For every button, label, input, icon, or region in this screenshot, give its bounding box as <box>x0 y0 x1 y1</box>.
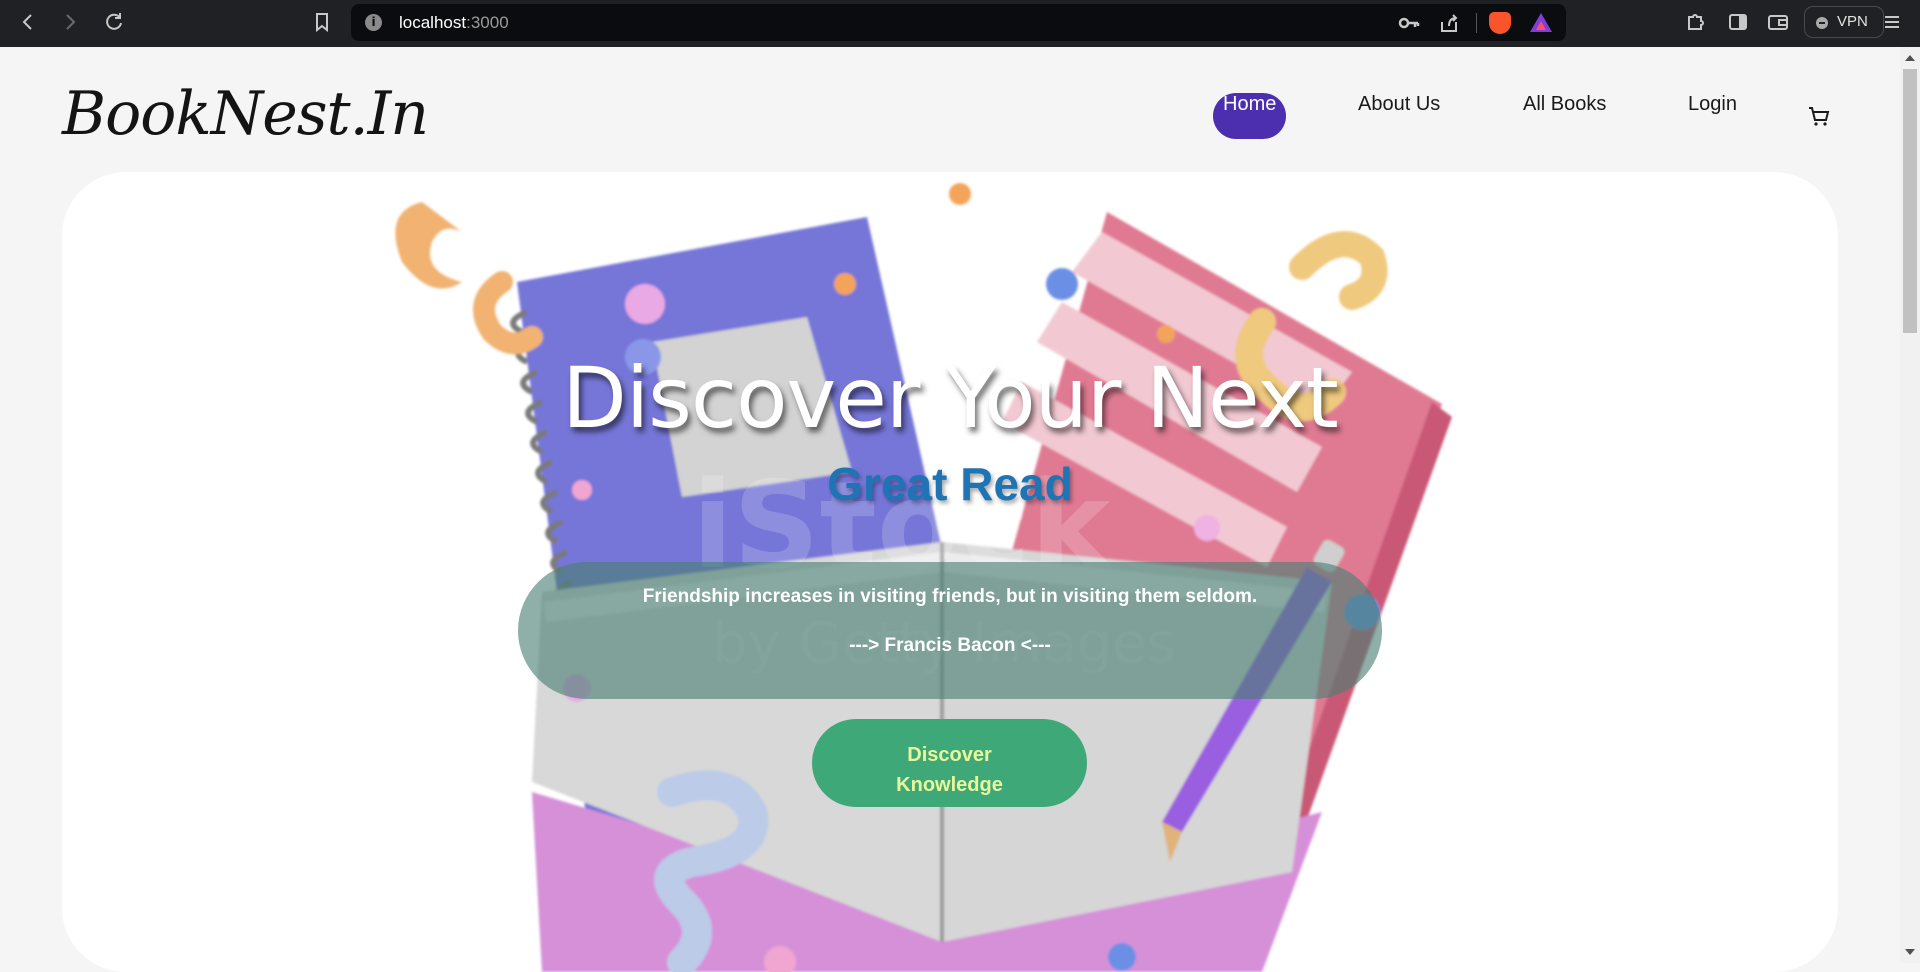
url-text[interactable]: localhost:3000 <box>399 13 509 33</box>
share-icon[interactable] <box>1436 10 1462 36</box>
menu-icon[interactable] <box>1878 8 1906 36</box>
hero-section: iStock by Getty Images Discover Your Nex… <box>62 172 1838 972</box>
bookmark-icon[interactable] <box>308 8 336 36</box>
reload-icon[interactable] <box>100 8 128 36</box>
page: BookNest.In Home About Us All Books Logi… <box>0 47 1900 972</box>
vpn-button[interactable]: VPN <box>1804 6 1884 38</box>
quote-text: Friendship increases in visiting friends… <box>642 586 1258 607</box>
toolbar-divider <box>1476 13 1477 33</box>
forward-icon[interactable] <box>56 8 84 36</box>
nav-login[interactable]: Login <box>1688 93 1737 139</box>
wallet-icon[interactable] <box>1764 8 1792 36</box>
nav-all-books[interactable]: All Books <box>1523 93 1606 139</box>
address-bar[interactable]: i localhost:3000 <box>351 4 1566 41</box>
page-scrollbar[interactable] <box>1900 47 1920 963</box>
discover-knowledge-button[interactable]: Discover Knowledge <box>812 719 1087 807</box>
scroll-up-arrow[interactable] <box>1905 55 1915 61</box>
back-icon[interactable] <box>14 8 42 36</box>
browser-toolbar: i localhost:3000 VPN <box>0 0 1920 47</box>
key-icon[interactable] <box>1396 10 1422 36</box>
nav-about-us[interactable]: About Us <box>1358 93 1440 139</box>
scroll-down-arrow[interactable] <box>1905 949 1915 955</box>
scrollbar-thumb[interactable] <box>1903 69 1917 333</box>
info-icon[interactable]: i <box>365 14 382 31</box>
nav-home[interactable]: Home <box>1213 93 1287 139</box>
brave-shield-icon[interactable] <box>1489 12 1511 34</box>
brave-rewards-icon[interactable] <box>1530 13 1552 32</box>
hero-subtitle: Great Read <box>827 458 1073 510</box>
hero-title: Discover Your Next <box>562 349 1339 447</box>
cart-icon[interactable] <box>1806 103 1832 129</box>
extensions-icon[interactable] <box>1682 8 1710 36</box>
quote-author: ---> Francis Bacon <--- <box>849 635 1051 656</box>
site-logo[interactable]: BookNest.In <box>62 79 429 149</box>
vpn-icon <box>1816 17 1828 29</box>
sidebar-icon[interactable] <box>1724 8 1752 36</box>
quote-card: Friendship increases in visiting friends… <box>518 562 1382 699</box>
